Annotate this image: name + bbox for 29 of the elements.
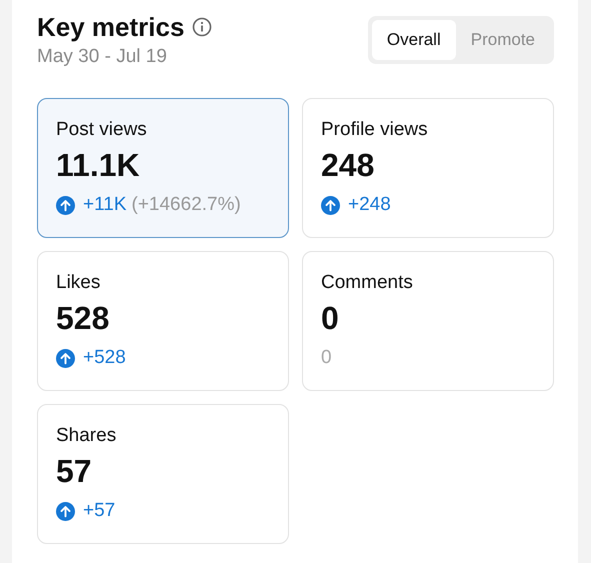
tab[interactable]: Overall [372,20,456,60]
date-range: May 30 - Jul 19 [37,46,168,68]
change-value: 0 [321,347,332,369]
metric-label: Profile views [321,119,429,141]
info-icon[interactable] [192,17,212,37]
metric-label: Post views [56,119,148,141]
section-title: Key metrics [37,12,184,42]
metric-card[interactable]: Likes 528 +528 [37,251,289,391]
metric-label: Likes [56,272,102,294]
metric-value: 528 [56,300,110,337]
metric-value: 11.1K [56,147,141,184]
metric-value: 248 [321,147,376,184]
arrow-up-icon [56,502,75,520]
change-value: +528 [83,347,126,369]
change-value: +11K [83,194,126,216]
change-value: +248 [348,194,391,216]
change-value: +57 [83,500,116,522]
metric-label: Shares [56,425,118,447]
metric-card[interactable]: Post views 11.1K +11K (+14662.7%) [37,98,289,238]
change-percent: (+14662.7%) [132,194,241,216]
metric-card[interactable]: Shares 57 +57 [37,404,289,544]
metric-value: 0 [321,300,340,337]
metric-card[interactable]: Profile views 248 +248 [302,98,554,238]
metric-card[interactable]: Comments 0 0 [302,251,554,391]
arrow-up-icon [56,196,75,214]
metric-label: Comments [321,272,414,294]
arrow-up-icon [56,348,75,368]
arrow-up-icon [321,196,340,214]
metric-value: 57 [56,453,93,490]
